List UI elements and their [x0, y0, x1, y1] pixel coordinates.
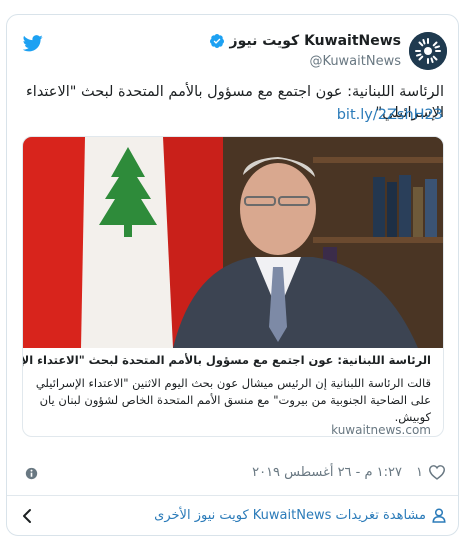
like-count: ١	[416, 464, 423, 480]
avatar[interactable]	[409, 32, 447, 70]
preview-description: قالت الرئاسة اللبنانية إن الرئيس ميشال ع…	[35, 376, 431, 424]
preview-photo	[23, 137, 443, 348]
heart-icon	[428, 465, 446, 480]
more-tweets-link[interactable]: مشاهدة تغريدات KuwaitNews كويت نيوز الأخ…	[154, 508, 446, 523]
user-handle[interactable]: @KuwaitNews	[309, 54, 401, 69]
tweet-link[interactable]: bit.ly/2ZshH23	[337, 107, 443, 123]
display-name-row[interactable]: KuwaitNews كويت نيوز	[209, 33, 401, 49]
embedded-tweet: KuwaitNews كويت نيوز @KuwaitNews الرئاسة…	[6, 14, 459, 536]
person-icon	[432, 508, 446, 523]
more-tweets-label[interactable]: مشاهدة تغريدات KuwaitNews كويت نيوز الأخ…	[154, 508, 426, 523]
tweet-meta: ١ ١:٢٧ م - ٢٦ أغسطس ٢٠١٩	[7, 459, 458, 489]
info-icon[interactable]	[25, 467, 38, 480]
verified-badge-icon	[209, 34, 224, 48]
link-preview-card[interactable]: الرئاسة اللبنانية: عون اجتمع مع مسؤول با…	[22, 136, 444, 437]
preview-title[interactable]: الرئاسة اللبنانية: عون اجتمع مع مسؤول با…	[23, 353, 431, 367]
twitter-bird-icon[interactable]	[23, 35, 43, 52]
like-button[interactable]: ١	[416, 464, 446, 480]
kuwaitnews-logo-icon	[409, 32, 447, 70]
tweet-header: KuwaitNews كويت نيوز @KuwaitNews	[7, 15, 458, 75]
preview-domain[interactable]: kuwaitnews.com	[331, 423, 431, 436]
tweet-timestamp[interactable]: ١:٢٧ م - ٢٦ أغسطس ٢٠١٩	[252, 465, 402, 480]
chevron-left-icon[interactable]	[21, 508, 33, 524]
tweet-footer: مشاهدة تغريدات KuwaitNews كويت نيوز الأخ…	[7, 496, 458, 535]
display-name[interactable]: KuwaitNews كويت نيوز	[230, 33, 401, 49]
